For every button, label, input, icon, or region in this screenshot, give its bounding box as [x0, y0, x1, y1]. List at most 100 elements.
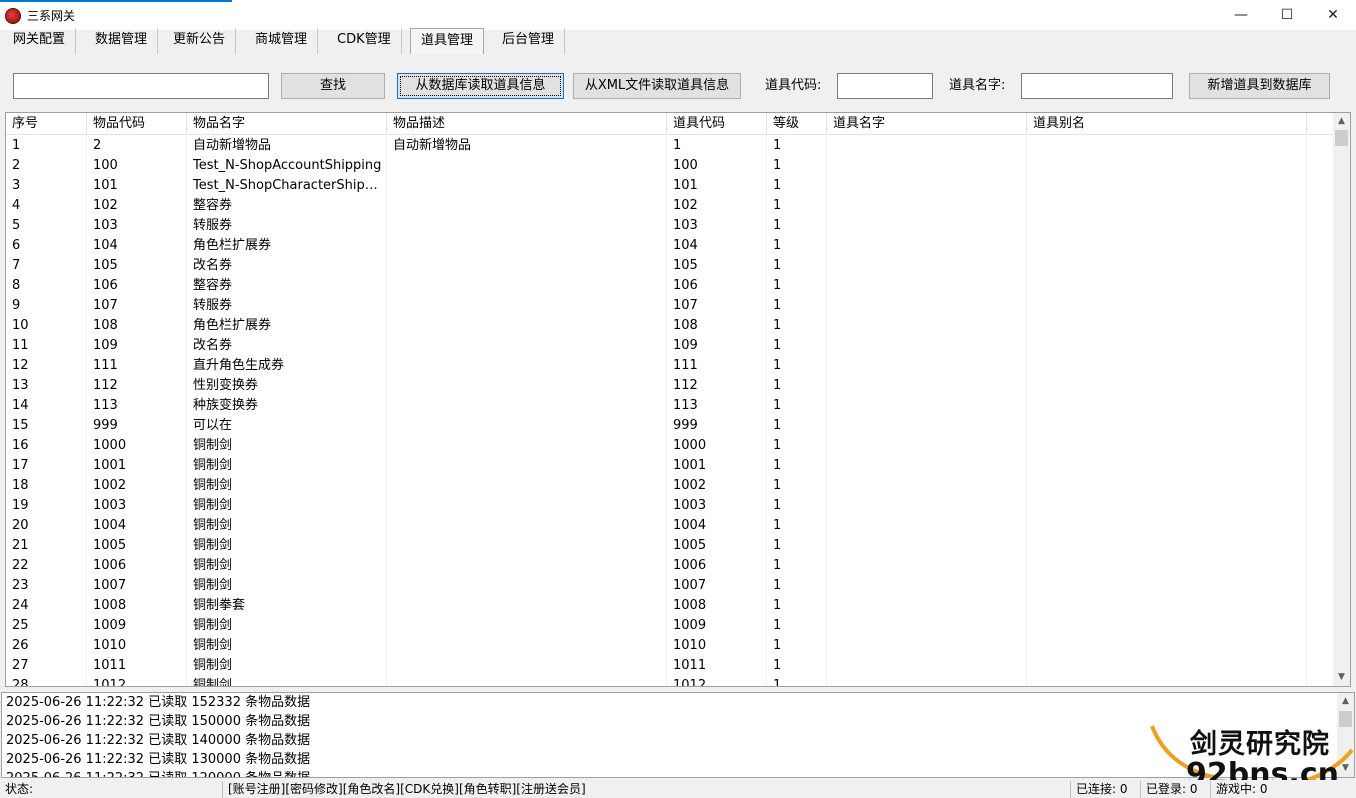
header-col-prop-code[interactable]: 道具代码 — [667, 113, 767, 135]
table-row[interactable]: 6 104 角色栏扩展券 104 1 — [6, 236, 1334, 256]
cell-col-seq: 10 — [6, 316, 87, 336]
table-row[interactable]: 16 1000 铜制剑 1000 1 — [6, 436, 1334, 456]
header-col-item-desc[interactable]: 物品描述 — [387, 113, 667, 135]
item-table[interactable]: 序号 物品代码 物品名字 物品描述 道具代码 等级 道具名字 道具别名 1 2 自动新增物品 自动新… — [5, 112, 1351, 687]
cell-col-item-code: 113 — [87, 396, 187, 416]
table-scrollbar[interactable]: ▲ ▼ — [1333, 113, 1350, 686]
table-row[interactable]: 4 102 整容券 102 1 — [6, 196, 1334, 216]
table-row[interactable]: 7 105 改名券 105 1 — [6, 256, 1334, 276]
cell-col-item-code: 1008 — [87, 596, 187, 616]
cell-col-prop-name — [827, 656, 1027, 676]
cell-col-prop-name — [827, 296, 1027, 316]
item-name-input[interactable] — [1021, 73, 1173, 99]
title-bar: 三系网关 — ☐ ✕ — [0, 0, 1356, 30]
header-col-item-code[interactable]: 物品代码 — [87, 113, 187, 135]
cell-col-level: 1 — [767, 576, 827, 596]
table-row[interactable]: 23 1007 铜制剑 1007 1 — [6, 576, 1334, 596]
item-code-input[interactable] — [837, 73, 933, 99]
cell-col-item-code: 100 — [87, 156, 187, 176]
tab-shop-management[interactable]: 商城管理 — [245, 28, 319, 54]
table-row[interactable]: 18 1002 铜制剑 1002 1 — [6, 476, 1334, 496]
table-row[interactable]: 8 106 整容券 106 1 — [6, 276, 1334, 296]
header-col-seq[interactable]: 序号 — [6, 113, 87, 135]
tab-item-management[interactable]: 道具管理 — [410, 28, 485, 54]
table-row[interactable]: 11 109 改名券 109 1 — [6, 336, 1334, 356]
table-row[interactable]: 9 107 转服券 107 1 — [6, 296, 1334, 316]
tab-gateway-config[interactable]: 网关配置 — [3, 28, 77, 54]
cell-col-prop-name — [827, 316, 1027, 336]
cell-col-item-name: 铜制剑 — [187, 676, 387, 686]
header-col-item-name[interactable]: 物品名字 — [187, 113, 387, 135]
cell-col-item-desc — [387, 676, 667, 686]
log-scroll-up-icon[interactable]: ▲ — [1337, 693, 1354, 710]
read-from-database-button[interactable]: 从数据库读取道具信息 — [397, 73, 564, 99]
cell-col-seq: 5 — [6, 216, 87, 236]
cell-col-item-desc — [387, 276, 667, 296]
status-links[interactable]: [账号注册][密码修改][角色改名][CDK兑换][角色转职][注册送会员] — [222, 781, 1070, 798]
cell-col-item-desc — [387, 656, 667, 676]
cell-col-level: 1 — [767, 396, 827, 416]
cell-col-item-desc — [387, 236, 667, 256]
scroll-up-icon[interactable]: ▲ — [1333, 113, 1350, 130]
search-input[interactable] — [13, 73, 269, 99]
cell-col-item-desc — [387, 576, 667, 596]
table-row[interactable]: 14 113 种族变换券 113 1 — [6, 396, 1334, 416]
table-row[interactable]: 17 1001 铜制剑 1001 1 — [6, 456, 1334, 476]
table-row[interactable]: 26 1010 铜制剑 1010 1 — [6, 636, 1334, 656]
table-row[interactable]: 19 1003 铜制剑 1003 1 — [6, 496, 1334, 516]
table-row[interactable]: 5 103 转服券 103 1 — [6, 216, 1334, 236]
search-button[interactable]: 查找 — [281, 73, 385, 99]
cell-col-item-desc — [387, 436, 667, 456]
table-row[interactable]: 2 100 Test_N-ShopAccountShipping 100 1 — [6, 156, 1334, 176]
header-col-prop-name[interactable]: 道具名字 — [827, 113, 1027, 135]
table-row[interactable]: 27 1011 铜制剑 1011 1 — [6, 656, 1334, 676]
cell-col-prop-name — [827, 156, 1027, 176]
close-button[interactable]: ✕ — [1310, 0, 1356, 30]
header-col-level[interactable]: 等级 — [767, 113, 827, 135]
cell-col-level: 1 — [767, 376, 827, 396]
table-row[interactable]: 1 2 自动新增物品 自动新增物品 1 1 — [6, 136, 1334, 156]
table-row[interactable]: 13 112 性别变换券 112 1 — [6, 376, 1334, 396]
cell-col-prop-name — [827, 216, 1027, 236]
table-row[interactable]: 20 1004 铜制剑 1004 1 — [6, 516, 1334, 536]
tab-admin-management[interactable]: 后台管理 — [492, 28, 566, 54]
cell-col-seq: 8 — [6, 276, 87, 296]
read-from-xml-button[interactable]: 从XML文件读取道具信息 — [573, 73, 741, 99]
table-row[interactable]: 10 108 角色栏扩展券 108 1 — [6, 316, 1334, 336]
cell-col-prop-code: 1004 — [667, 516, 767, 536]
cell-col-item-name: 铜制剑 — [187, 556, 387, 576]
table-row[interactable]: 24 1008 铜制拳套 1008 1 — [6, 596, 1334, 616]
tab-data-management[interactable]: 数据管理 — [85, 28, 159, 54]
cell-col-prop-name — [827, 196, 1027, 216]
add-item-to-database-button[interactable]: 新增道具到数据库 — [1189, 73, 1330, 99]
in-game-count: 游戏中: 0 — [1210, 781, 1356, 798]
scroll-thumb[interactable] — [1335, 130, 1348, 146]
table-header: 序号 物品代码 物品名字 物品描述 道具代码 等级 道具名字 道具别名 — [6, 113, 1334, 135]
scroll-down-icon[interactable]: ▼ — [1333, 669, 1350, 686]
tab-cdk-management[interactable]: CDK管理 — [327, 28, 402, 54]
cell-col-item-name: 铜制剑 — [187, 456, 387, 476]
table-row[interactable]: 3 101 Test_N-ShopCharacterShipping 101 1 — [6, 176, 1334, 196]
maximize-button[interactable]: ☐ — [1264, 0, 1310, 30]
cell-col-level: 1 — [767, 476, 827, 496]
header-col-prop-alias[interactable]: 道具别名 — [1027, 113, 1307, 135]
title-bar-accent — [0, 0, 232, 2]
table-row[interactable]: 21 1005 铜制剑 1005 1 — [6, 536, 1334, 556]
table-row[interactable]: 25 1009 铜制剑 1009 1 — [6, 616, 1334, 636]
table-row[interactable]: 12 111 直升角色生成券 111 1 — [6, 356, 1334, 376]
minimize-button[interactable]: — — [1218, 0, 1264, 30]
table-row[interactable]: 15 999 可以在 999 1 — [6, 416, 1334, 436]
cell-col-item-desc — [387, 516, 667, 536]
table-row[interactable]: 28 1012 铜制剑 1012 1 — [6, 676, 1334, 686]
cell-col-item-code: 103 — [87, 216, 187, 236]
cell-col-item-name: 铜制剑 — [187, 516, 387, 536]
cell-col-level: 1 — [767, 416, 827, 436]
cell-col-item-desc — [387, 416, 667, 436]
cell-col-prop-name — [827, 676, 1027, 686]
cell-col-item-code: 1010 — [87, 636, 187, 656]
cell-col-prop-code: 1005 — [667, 536, 767, 556]
cell-col-prop-code: 1008 — [667, 596, 767, 616]
table-row[interactable]: 22 1006 铜制剑 1006 1 — [6, 556, 1334, 576]
cell-col-item-name: 改名券 — [187, 336, 387, 356]
tab-announcements[interactable]: 更新公告 — [163, 28, 237, 54]
